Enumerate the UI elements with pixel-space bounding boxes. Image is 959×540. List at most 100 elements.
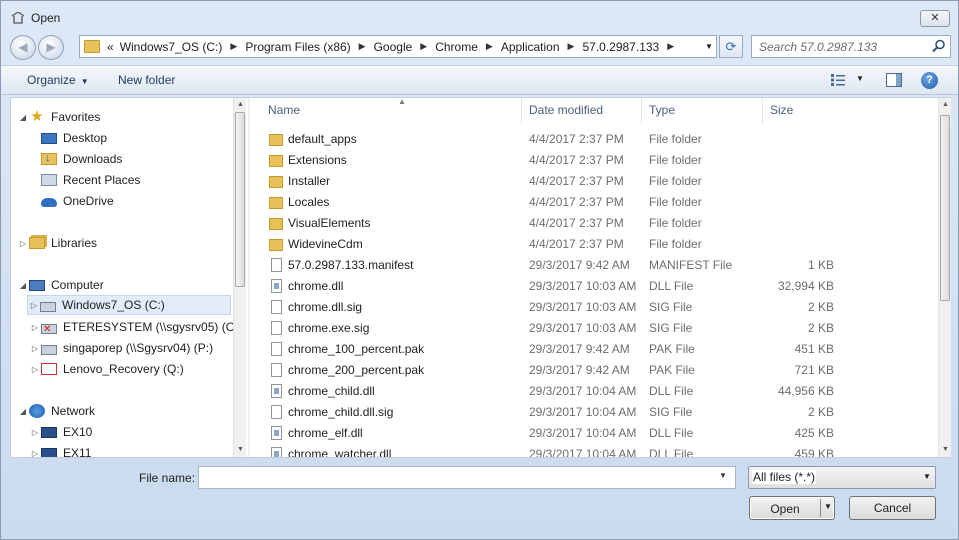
- new-folder-button[interactable]: New folder: [118, 73, 175, 87]
- breadcrumb-item[interactable]: Google: [371, 40, 416, 54]
- breadcrumb-item[interactable]: Application: [498, 40, 563, 54]
- collapse-icon[interactable]: ◢: [17, 407, 29, 416]
- sidebar-item-favorites[interactable]: ◢ ★ Favorites: [17, 107, 100, 127]
- sidebar-item-downloads[interactable]: Downloads: [29, 149, 122, 169]
- address-bar[interactable]: « Windows7_OS (C:) ▶ Program Files (x86)…: [79, 35, 717, 58]
- table-row[interactable]: chrome_200_percent.pak 29/3/2017 9:42 AM…: [261, 360, 842, 381]
- file-type: DLL File: [649, 384, 694, 398]
- expand-icon[interactable]: ▷: [28, 301, 40, 310]
- table-row[interactable]: Installer 4/4/2017 2:37 PM File folder: [261, 171, 842, 192]
- expand-icon[interactable]: ▷: [29, 323, 41, 332]
- sidebar-item-computer[interactable]: ◢ Computer: [17, 275, 104, 295]
- scroll-down-arrow-icon[interactable]: ▼: [939, 443, 952, 457]
- open-options-dropdown-icon[interactable]: ▼: [824, 502, 832, 511]
- change-view-icon[interactable]: [831, 74, 845, 86]
- breadcrumb-overflow[interactable]: «: [104, 40, 117, 54]
- table-row[interactable]: chrome_child.dll 29/3/2017 10:04 AM DLL …: [261, 381, 842, 402]
- folder-icon: [269, 218, 283, 230]
- file-date: 4/4/2017 2:37 PM: [529, 153, 624, 167]
- network-computer-icon: [41, 447, 57, 457]
- filename-input[interactable]: [202, 469, 712, 486]
- scroll-up-arrow-icon[interactable]: ▲: [939, 98, 952, 112]
- breadcrumb-chevron-icon[interactable]: ▶: [662, 41, 679, 52]
- sidebar-item-ex11[interactable]: ▷ EX11: [29, 443, 91, 457]
- sidebar-item-recent-places[interactable]: Recent Places: [29, 170, 140, 190]
- sidebar-item-windows7-os[interactable]: ▷ Windows7_OS (C:): [27, 295, 231, 315]
- search-input[interactable]: Search 57.0.2987.133: [751, 35, 951, 58]
- expand-icon[interactable]: ▷: [29, 428, 41, 437]
- expand-icon[interactable]: ▷: [17, 239, 29, 248]
- breadcrumb-item[interactable]: Program Files (x86): [242, 40, 353, 54]
- breadcrumb-item[interactable]: Chrome: [432, 40, 481, 54]
- sidebar-item-lenovo-recovery[interactable]: ▷ Lenovo_Recovery (Q:): [29, 359, 184, 379]
- sidebar-item-label: EX10: [63, 425, 93, 439]
- file-list-scrollbar[interactable]: ▲ ▼: [938, 98, 951, 457]
- table-row[interactable]: chrome_elf.dll 29/3/2017 10:04 AM DLL Fi…: [261, 423, 842, 444]
- column-header-name[interactable]: Name ▲: [261, 98, 522, 124]
- breadcrumb-chevron-icon[interactable]: ▶: [225, 41, 242, 52]
- sidebar-item-eteresystem[interactable]: ▷ ETERESYSTEM (\\sgysrv05) (O:): [29, 317, 242, 337]
- sidebar-item-libraries[interactable]: ▷ Libraries: [17, 233, 97, 253]
- file-name: chrome.exe.sig: [288, 321, 370, 335]
- refresh-button[interactable]: ⟳: [719, 35, 743, 58]
- sidebar-item-network[interactable]: ◢ Network: [17, 401, 95, 421]
- address-history-dropdown[interactable]: ▼: [702, 36, 716, 57]
- help-icon[interactable]: ?: [921, 72, 938, 89]
- expand-icon[interactable]: ▷: [29, 344, 41, 353]
- table-row[interactable]: 57.0.2987.133.manifest 29/3/2017 9:42 AM…: [261, 255, 842, 276]
- breadcrumb-chevron-icon[interactable]: ▶: [481, 41, 498, 52]
- sidebar-item-label: singaporep (\\Sgysrv04) (P:): [63, 341, 214, 355]
- table-row[interactable]: chrome.dll 29/3/2017 10:03 AM DLL File 3…: [261, 276, 842, 297]
- sidebar-item-singaporep[interactable]: ▷ singaporep (\\Sgysrv04) (P:): [29, 338, 213, 358]
- scroll-up-arrow-icon[interactable]: ▲: [234, 98, 247, 112]
- preview-pane-icon[interactable]: [886, 73, 902, 87]
- table-row[interactable]: chrome.exe.sig 29/3/2017 10:03 AM SIG Fi…: [261, 318, 842, 339]
- table-row[interactable]: chrome_watcher.dll 29/3/2017 10:04 AM DL…: [261, 444, 842, 457]
- file-name: WidevineCdm: [288, 237, 363, 251]
- file-type: File folder: [649, 216, 702, 230]
- sidebar-item-ex10[interactable]: ▷ EX10: [29, 422, 92, 442]
- breadcrumb-chevron-icon[interactable]: ▶: [354, 41, 371, 52]
- table-row[interactable]: chrome.dll.sig 29/3/2017 10:03 AM SIG Fi…: [261, 297, 842, 318]
- collapse-icon[interactable]: ◢: [17, 281, 29, 290]
- sidebar-item-label: Favorites: [51, 110, 101, 124]
- file-date: 29/3/2017 9:42 AM: [529, 363, 630, 377]
- expand-icon[interactable]: ▷: [29, 365, 41, 374]
- filename-field[interactable]: ▼: [198, 466, 736, 489]
- file-type-filter[interactable]: All files (*.*) ▼: [748, 466, 936, 489]
- back-button[interactable]: ◀: [10, 35, 36, 60]
- breadcrumb-chevron-icon[interactable]: ▶: [563, 41, 580, 52]
- view-options-dropdown[interactable]: ▼: [856, 74, 864, 83]
- open-button[interactable]: Open ▼: [749, 496, 835, 520]
- file-size: 2 KB: [807, 300, 834, 314]
- table-row[interactable]: VisualElements 4/4/2017 2:37 PM File fol…: [261, 213, 842, 234]
- breadcrumb-chevron-icon[interactable]: ▶: [415, 41, 432, 52]
- navigation-scrollbar[interactable]: ▲ ▼: [233, 98, 246, 457]
- table-row[interactable]: chrome_child.dll.sig 29/3/2017 10:04 AM …: [261, 402, 842, 423]
- table-row[interactable]: default_apps 4/4/2017 2:37 PM File folde…: [261, 129, 842, 150]
- forward-button[interactable]: ▶: [38, 35, 64, 60]
- table-row[interactable]: Extensions 4/4/2017 2:37 PM File folder: [261, 150, 842, 171]
- scrollbar-thumb[interactable]: [940, 115, 950, 301]
- sidebar-item-onedrive[interactable]: OneDrive: [29, 191, 114, 211]
- table-row[interactable]: chrome_100_percent.pak 29/3/2017 9:42 AM…: [261, 339, 842, 360]
- column-header-date-modified[interactable]: Date modified: [522, 98, 642, 124]
- table-row[interactable]: Locales 4/4/2017 2:37 PM File folder: [261, 192, 842, 213]
- file-name: chrome_elf.dll: [288, 426, 363, 440]
- scrollbar-thumb[interactable]: [235, 112, 245, 287]
- breadcrumb-item[interactable]: 57.0.2987.133: [579, 40, 662, 54]
- organize-button[interactable]: Organize ▼: [27, 73, 89, 87]
- collapse-icon[interactable]: ◢: [17, 113, 29, 122]
- breadcrumb-item[interactable]: Windows7_OS (C:): [117, 40, 226, 54]
- expand-icon[interactable]: ▷: [29, 449, 41, 458]
- table-row[interactable]: WidevineCdm 4/4/2017 2:37 PM File folder: [261, 234, 842, 255]
- cancel-button[interactable]: Cancel: [849, 496, 936, 520]
- scroll-down-arrow-icon[interactable]: ▼: [234, 443, 247, 457]
- chevron-down-icon[interactable]: ▼: [719, 471, 727, 480]
- file-date: 4/4/2017 2:37 PM: [529, 237, 624, 251]
- file-icon: [271, 321, 282, 335]
- column-header-type[interactable]: Type: [642, 98, 763, 124]
- close-button[interactable]: ✕: [920, 10, 950, 27]
- column-header-size[interactable]: Size: [763, 98, 842, 124]
- sidebar-item-desktop[interactable]: Desktop: [29, 128, 107, 148]
